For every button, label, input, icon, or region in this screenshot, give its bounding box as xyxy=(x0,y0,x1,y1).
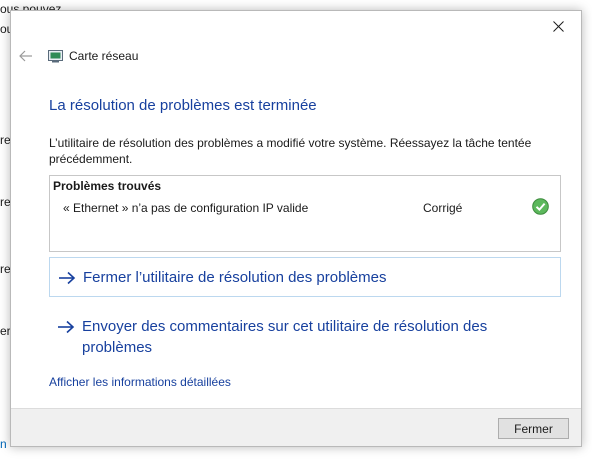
navigation-bar: Carte réseau xyxy=(11,43,581,69)
troubleshooter-dialog: Carte réseau La résolution de problèmes … xyxy=(10,10,582,447)
close-troubleshooter-link[interactable]: Fermer l’utilitaire de résolution des pr… xyxy=(49,257,561,297)
check-icon xyxy=(532,198,549,215)
send-feedback-link[interactable]: Envoyer des commentaires sur cet utilita… xyxy=(49,313,561,361)
problem-name: « Ethernet » n’a pas de configuration IP… xyxy=(63,201,309,215)
window-title: Carte réseau xyxy=(69,49,139,63)
problem-status: Corrigé xyxy=(423,201,463,215)
close-window-button[interactable] xyxy=(535,11,581,41)
title-bar xyxy=(11,11,581,41)
problems-header: Problèmes trouvés xyxy=(53,179,162,193)
close-icon xyxy=(552,20,564,32)
arrow-right-icon xyxy=(59,271,76,285)
action-label: Envoyer des commentaires sur cet utilita… xyxy=(82,318,488,356)
arrow-right-icon xyxy=(58,320,75,334)
problems-found-panel: Problèmes trouvés « Ethernet » n’a pas d… xyxy=(49,175,561,252)
close-button[interactable]: Fermer xyxy=(498,418,569,439)
action-label: Fermer l’utilitaire de résolution des pr… xyxy=(83,269,387,286)
background-link[interactable]: n xyxy=(0,437,7,451)
description-text: L’utilitaire de résolution des problèmes… xyxy=(49,136,532,166)
back-arrow-icon[interactable] xyxy=(19,49,33,63)
network-adapter-icon xyxy=(48,50,63,63)
dialog-footer: Fermer xyxy=(11,408,581,446)
page-title: La résolution de problèmes est terminée xyxy=(49,97,317,114)
show-details-link[interactable]: Afficher les informations détaillées xyxy=(49,375,231,389)
